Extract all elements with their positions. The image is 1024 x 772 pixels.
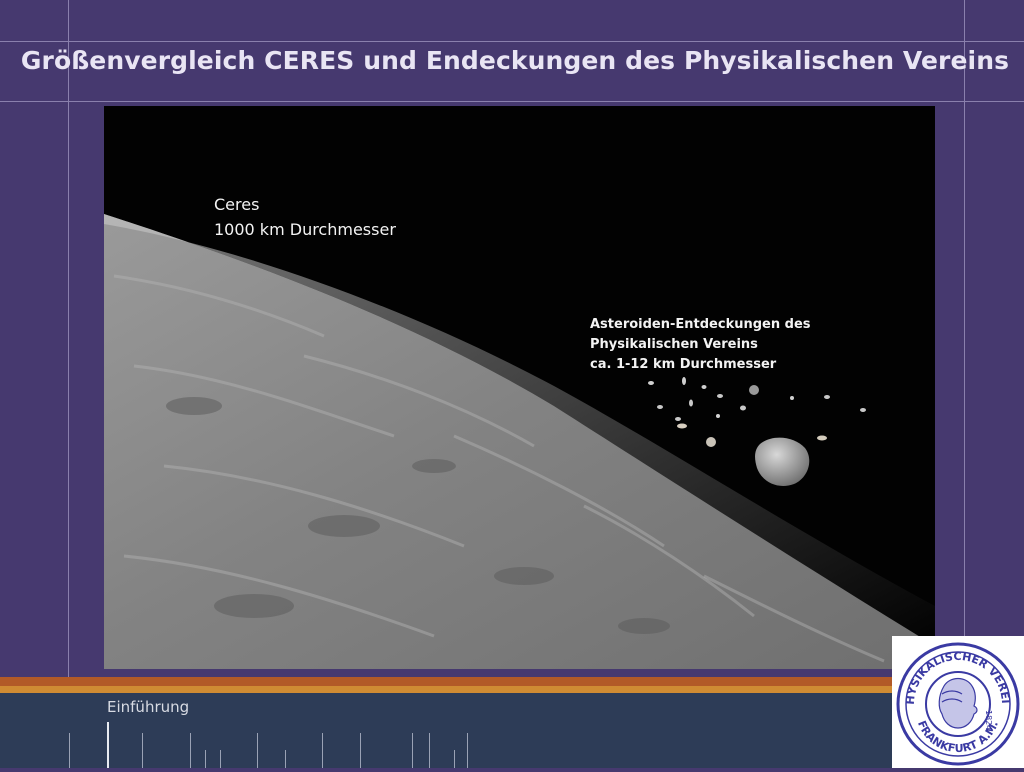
progress-tick xyxy=(190,733,191,768)
progress-tick xyxy=(322,733,323,768)
footer-stripe-brown xyxy=(0,677,893,686)
progress-tick xyxy=(205,750,206,768)
asteroids-label-diameter: ca. 1-12 km Durchmesser xyxy=(590,357,777,372)
slide: { "slide": { "title": "Größenvergleich C… xyxy=(0,0,1024,768)
ceres-label-name: Ceres xyxy=(214,195,260,214)
progress-tick xyxy=(360,733,361,768)
ceres-label: Ceres 1000 km Durchmesser xyxy=(214,192,396,242)
ceres-comparison-image: Ceres 1000 km Durchmesser Asteroiden-Ent… xyxy=(104,106,935,669)
progress-tick xyxy=(285,750,286,768)
progress-tick xyxy=(220,750,221,768)
profile-head-icon xyxy=(938,677,978,729)
guide-line-right xyxy=(964,0,965,677)
ceres-surface-illustration xyxy=(104,106,935,669)
progress-tick xyxy=(412,733,413,768)
progress-tick xyxy=(69,733,70,768)
ceres-label-diameter: 1000 km Durchmesser xyxy=(214,220,396,239)
progress-tick xyxy=(429,733,430,768)
progress-tick xyxy=(257,733,258,768)
progress-tick xyxy=(454,750,455,768)
physikalischer-verein-logo: PHYSIKALISCHER VEREIN FRANKFURT A.M. 182… xyxy=(887,626,1024,768)
footer-section-label: Einführung xyxy=(107,698,190,716)
asteroids-label-line1: Asteroiden-Entdeckungen des xyxy=(590,317,811,332)
footer-stripe-gold xyxy=(0,686,893,693)
progress-tick xyxy=(467,733,468,768)
guide-line-top xyxy=(0,41,1024,42)
asteroids-label: Asteroiden-Entdeckungen des Physikalisch… xyxy=(590,315,811,375)
progress-tick-current xyxy=(107,722,109,768)
guide-line-left xyxy=(68,0,69,677)
slide-title: Größenvergleich CERES und Endeckungen de… xyxy=(20,46,1010,75)
progress-tick xyxy=(142,733,143,768)
logo-year: 1824 xyxy=(984,710,993,730)
asteroids-label-line2: Physikalischen Vereins xyxy=(590,337,758,352)
guide-line-under-title xyxy=(0,101,1024,102)
seal-emblem: PHYSIKALISCHER VEREIN FRANKFURT A.M. 182… xyxy=(887,626,1020,766)
